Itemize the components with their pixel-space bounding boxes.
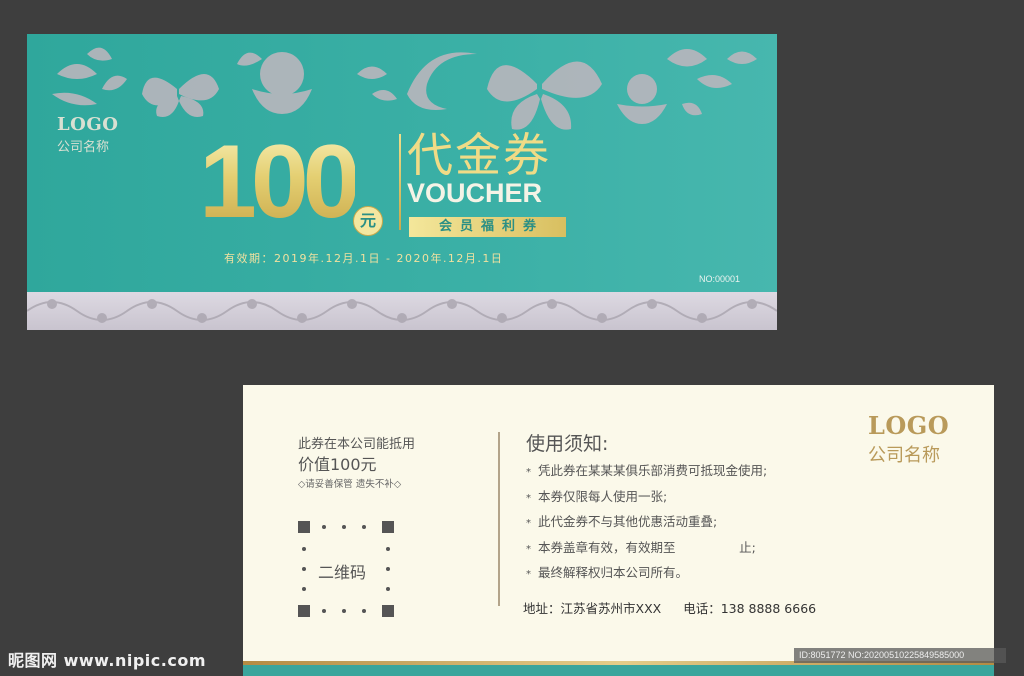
qr-dot <box>302 567 306 571</box>
qr-dot <box>302 547 306 551</box>
usage-value: 价值100元 <box>298 455 377 474</box>
qr-code-label: 二维码 <box>318 563 367 582</box>
floral-band-pattern <box>27 299 777 323</box>
qr-dot <box>386 587 390 591</box>
qr-dot <box>302 587 306 591</box>
qr-corner-icon <box>298 605 310 617</box>
company-name: 公司名称 <box>57 140 110 155</box>
qr-dot <box>362 609 366 613</box>
contact-info: 地址：江苏省苏州市XXX 电话：138 8888 6666 <box>523 598 834 617</box>
serial-number: NO:00001 <box>699 274 741 284</box>
qr-corner-icon <box>382 605 394 617</box>
bullet-icon: * <box>526 518 531 529</box>
qr-dot <box>322 609 326 613</box>
front-logo: LOGO 公司名称 <box>57 114 118 155</box>
usage-statement: 此券在本公司能抵用 <box>298 437 416 452</box>
voucher-title-cn: 代金券 <box>407 128 551 182</box>
qr-corner-icon <box>382 521 394 533</box>
bullet-icon: * <box>526 543 531 555</box>
keep-safe-note: ◇请妥善保管 遗失不补◇ <box>298 479 402 490</box>
floral-band <box>27 292 777 330</box>
qr-dot <box>362 525 366 529</box>
back-logo-text: LOGO <box>868 411 950 440</box>
usage-notes-title: 使用须知: <box>526 433 609 455</box>
qr-dot <box>342 609 346 613</box>
logo-text: LOGO <box>57 114 119 135</box>
qr-dot <box>342 525 346 529</box>
address-text: 地址：江苏省苏州市XXX <box>523 601 662 616</box>
list-item: * 本券仅限每人使用一张; <box>526 485 767 511</box>
currency-badge: 元 <box>353 206 383 236</box>
qr-code-placeholder: 二维码 <box>298 521 394 617</box>
list-item: * 最终解释权归本公司所有。 <box>526 561 767 587</box>
vertical-divider <box>498 432 500 606</box>
usage-notes-list: * 凭此券在某某某俱乐部消费可抵现金使用; * 本券仅限每人使用一张; * 此代金券不… <box>526 459 767 587</box>
voucher-back: 此券在本公司能抵用 价值100元 ◇请妥善保管 遗失不补◇ 二维码 使用须知: … <box>243 385 994 676</box>
teal-strip <box>243 665 994 676</box>
voucher-front: LOGO 公司名称 100 元 代金券 VOUCHER 会员福利券 有效期：20… <box>27 34 777 330</box>
member-benefit-tag: 会员福利券 <box>409 217 566 237</box>
qr-dot <box>322 525 326 529</box>
list-item: * 凭此券在某某某俱乐部消费可抵现金使用; <box>526 459 767 485</box>
voucher-title-en: VOUCHER <box>407 178 543 208</box>
bullet-icon: * <box>526 569 531 580</box>
back-company-name: 公司名称 <box>868 445 940 466</box>
bullet-icon: * <box>526 492 531 504</box>
qr-dot <box>386 567 390 571</box>
list-item: * 本券盖章有效，有效期至 止; <box>526 536 767 562</box>
floral-butterfly-decoration <box>52 47 757 130</box>
voucher-value: 100 <box>199 124 361 240</box>
phone-text: 电话：138 8888 6666 <box>683 601 817 616</box>
qr-corner-icon <box>298 521 310 533</box>
site-watermark: 昵图网 www.nipic.com <box>8 651 206 670</box>
validity-period: 有效期：2019年.12月.1日 - 2020年.12月.1日 <box>224 252 504 265</box>
bullet-icon: * <box>526 467 531 478</box>
title-divider <box>399 134 401 230</box>
qr-dot <box>386 547 390 551</box>
list-item: * 此代金券不与其他优惠活动重叠; <box>526 510 767 536</box>
image-id-watermark: ID:8051772 NO:20200510225849585000 <box>794 648 1006 663</box>
